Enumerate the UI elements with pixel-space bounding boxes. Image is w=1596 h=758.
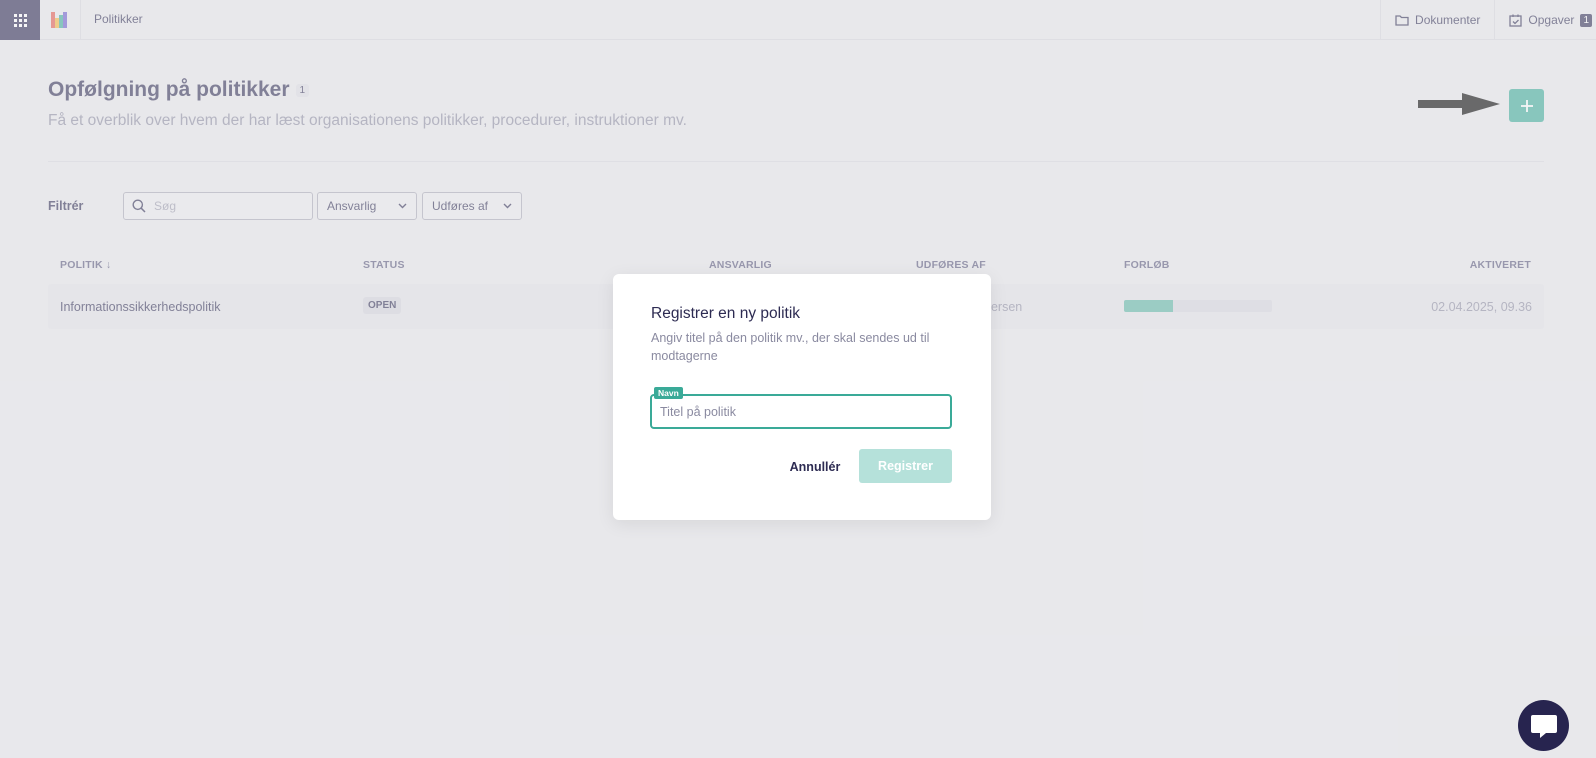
chat-button[interactable]: [1518, 700, 1569, 751]
policy-name-field[interactable]: [650, 394, 952, 429]
chat-icon: [1530, 714, 1557, 738]
dialog-title: Registrer en ny politik: [651, 305, 801, 322]
cancel-button[interactable]: Annullér: [774, 450, 856, 484]
policy-title-input[interactable]: [660, 404, 950, 419]
register-button[interactable]: Registrer: [859, 449, 952, 483]
field-label: Navn: [654, 387, 683, 399]
register-policy-dialog: Registrer en ny politik Angiv titel på d…: [613, 274, 991, 520]
dialog-description: Angiv titel på den politik mv., der skal…: [651, 331, 930, 363]
